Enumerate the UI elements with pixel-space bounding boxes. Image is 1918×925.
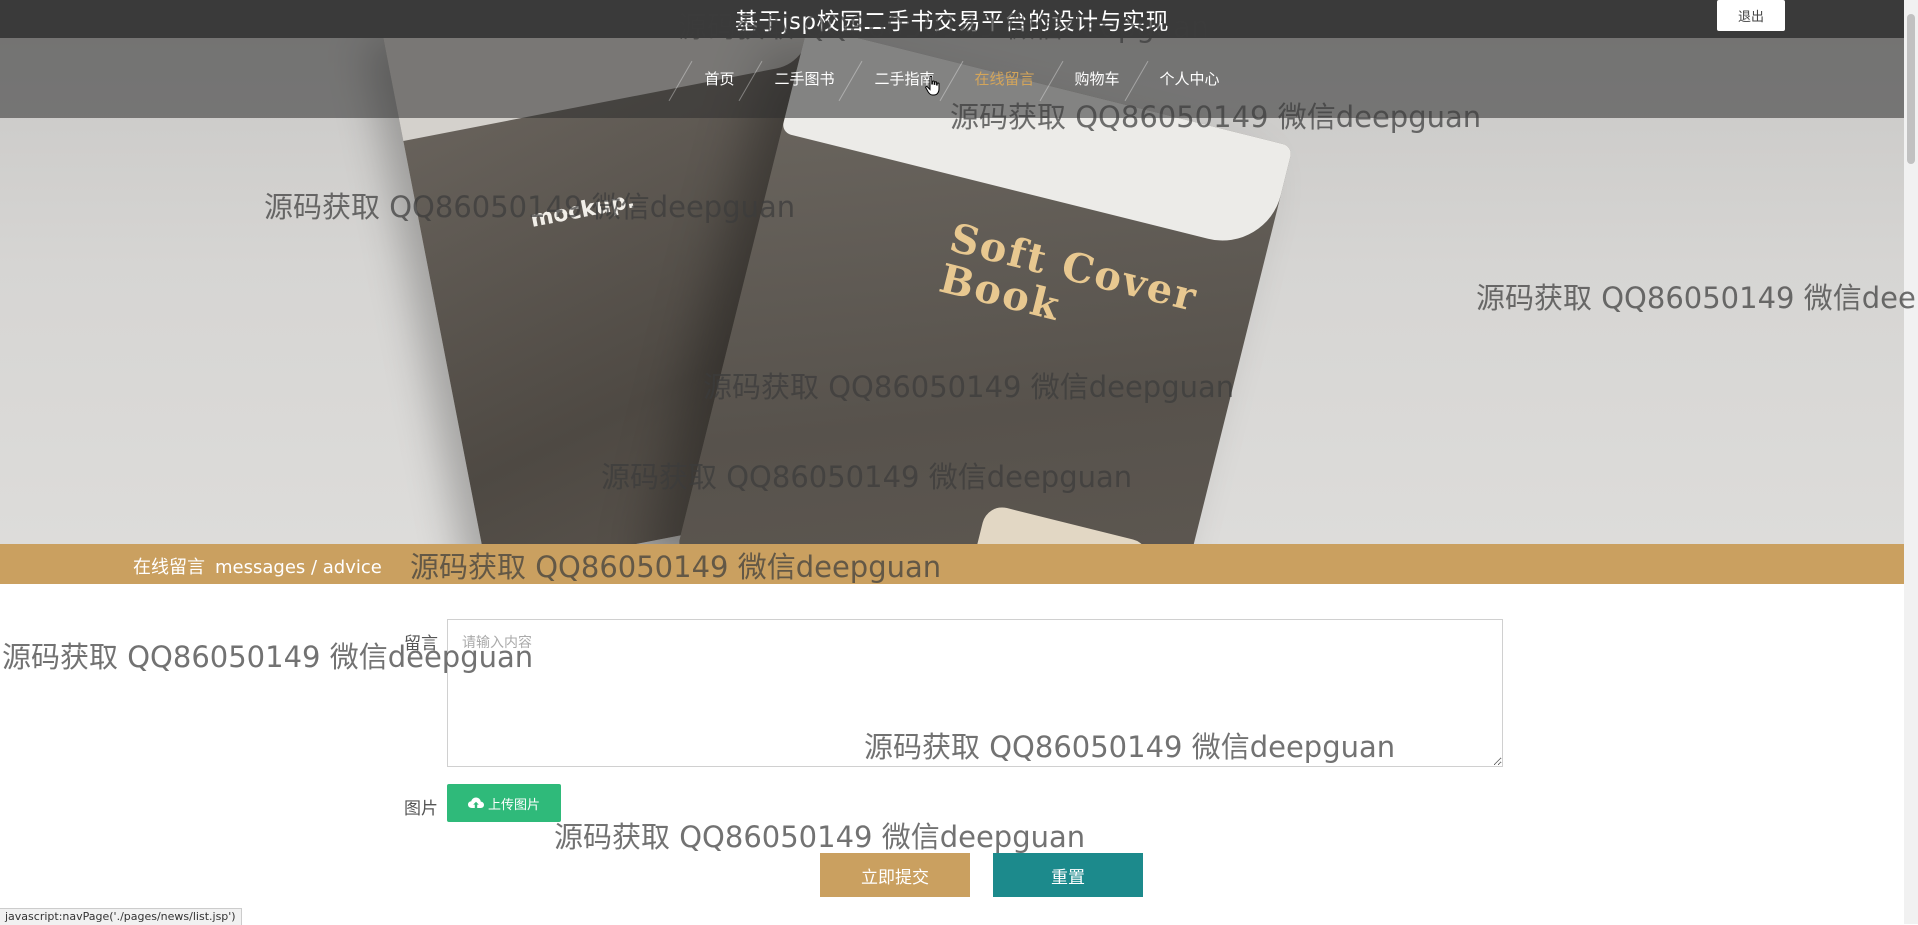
- message-label: 留言: [404, 634, 438, 654]
- nav-messages[interactable]: 在线留言: [939, 38, 1055, 118]
- reset-button[interactable]: 重置: [993, 853, 1143, 897]
- nav-used-books[interactable]: 二手图书: [739, 38, 854, 118]
- submit-button[interactable]: 立即提交: [820, 853, 970, 897]
- hand-cursor-icon: [925, 76, 940, 96]
- nav-cart[interactable]: 购物车: [1039, 38, 1140, 118]
- book-cover-title: Soft Cover Book: [935, 214, 1203, 331]
- status-url-bar: javascript:navPage('./pages/news/list.js…: [0, 908, 242, 925]
- nav-home[interactable]: 首页: [669, 38, 754, 118]
- section-header-bar: 在线留言 messages / advice: [0, 544, 1904, 584]
- logout-button[interactable]: 退出: [1717, 0, 1785, 31]
- message-textarea[interactable]: [447, 619, 1503, 767]
- top-bar: 基于jsp校园二手书交易平台的设计与实现 退出: [0, 0, 1904, 38]
- main-nav: 首页 二手图书 二手指南 在线留言 购物车 个人中心: [0, 38, 1904, 118]
- page-scrollbar[interactable]: [1904, 0, 1918, 924]
- image-label: 图片: [404, 799, 438, 819]
- scrollbar-thumb[interactable]: [1907, 14, 1915, 164]
- upload-label: 上传图片: [487, 796, 540, 812]
- cloud-upload-icon: [467, 797, 484, 808]
- section-title: 在线留言 messages / advice: [133, 557, 382, 578]
- watermark: 源码获取 QQ86050149 微信deepguan: [554, 820, 1086, 854]
- site-title: 基于jsp校园二手书交易平台的设计与实现: [735, 9, 1169, 35]
- nav-profile[interactable]: 个人中心: [1124, 38, 1240, 118]
- upload-image-button[interactable]: 上传图片: [447, 784, 561, 822]
